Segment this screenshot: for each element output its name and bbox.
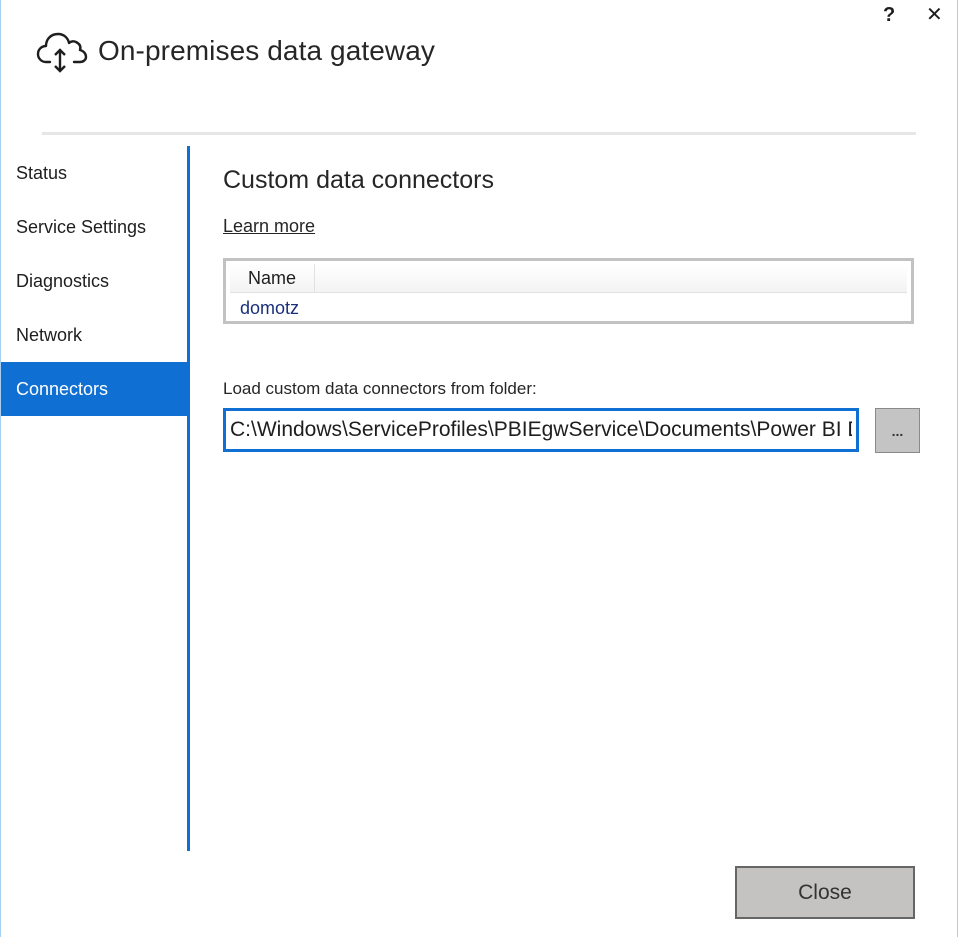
sidebar-item-connectors[interactable]: Connectors xyxy=(1,362,189,416)
help-button[interactable]: ? xyxy=(883,4,895,26)
sidebar-item-network[interactable]: Network xyxy=(1,308,189,362)
list-header: Name xyxy=(230,264,907,293)
window-border-left xyxy=(0,0,1,937)
folder-path-input[interactable] xyxy=(223,408,859,452)
window-close-button[interactable]: ✕ xyxy=(926,4,943,26)
learn-more-link[interactable]: Learn more xyxy=(223,216,315,237)
sidebar-divider xyxy=(187,146,190,851)
connectors-list[interactable]: Name domotz xyxy=(223,258,914,324)
sidebar-item-diagnostics[interactable]: Diagnostics xyxy=(1,254,189,308)
sidebar-item-service-settings[interactable]: Service Settings xyxy=(1,200,189,254)
sidebar-item-status[interactable]: Status xyxy=(1,146,189,200)
browse-folder-button[interactable]: ... xyxy=(875,408,920,453)
folder-label: Load custom data connectors from folder: xyxy=(223,379,537,398)
header-divider xyxy=(42,132,916,135)
sidebar-nav: Status Service Settings Diagnostics Netw… xyxy=(1,146,189,416)
app-title: On-premises data gateway xyxy=(98,35,436,66)
list-item[interactable]: domotz xyxy=(230,296,907,320)
app-header: On-premises data gateway xyxy=(36,26,435,76)
column-header-name[interactable]: Name xyxy=(230,264,315,292)
cloud-upload-download-icon xyxy=(36,32,88,73)
close-button[interactable]: Close xyxy=(735,866,915,919)
section-title: Custom data connectors xyxy=(223,166,494,194)
